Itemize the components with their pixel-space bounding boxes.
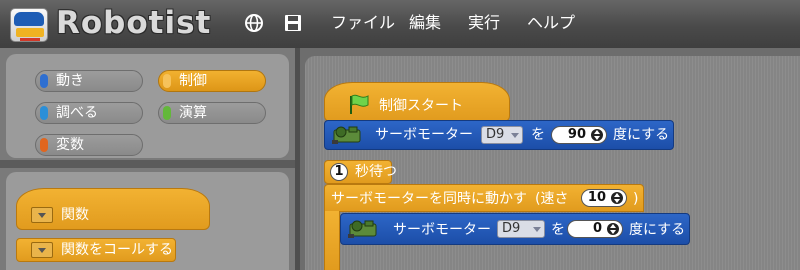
wait-seconds-input[interactable]: 1 bbox=[330, 163, 348, 181]
category-panel: 動き 制御 調べる 演算 変数 bbox=[0, 48, 295, 160]
function-dropdown[interactable] bbox=[31, 242, 53, 258]
menu-help[interactable]: ヘルプ bbox=[527, 13, 575, 33]
servo-motor-icon bbox=[348, 220, 377, 238]
angle-input[interactable]: 90 bbox=[551, 126, 607, 144]
category-label: 調べる bbox=[56, 105, 98, 121]
block-label: サーボモーター bbox=[393, 222, 491, 238]
block-label: サーボモーター bbox=[375, 127, 473, 143]
function-call-block[interactable]: 関数をコールする bbox=[16, 238, 176, 262]
block-label: 関数をコールする bbox=[61, 242, 173, 258]
block-label: 度にする bbox=[629, 222, 686, 238]
category-label: 制御 bbox=[179, 73, 207, 89]
angle-input[interactable]: 0 bbox=[567, 220, 623, 238]
category-label: 変数 bbox=[56, 137, 84, 153]
category-color-marker bbox=[163, 106, 171, 120]
globe-icon[interactable] bbox=[243, 12, 265, 34]
top-bar: Robotist ファイル 編集 実行 ヘルプ bbox=[0, 0, 800, 48]
category-control[interactable]: 制御 bbox=[158, 70, 266, 92]
menu-edit[interactable]: 編集 bbox=[409, 13, 441, 33]
function-define-block[interactable]: 関数 bbox=[16, 188, 210, 230]
servo-motor-block[interactable]: サーボモーター D9 を 0 度にする bbox=[340, 213, 690, 245]
menu-run[interactable]: 実行 bbox=[468, 13, 500, 33]
panel-divider bbox=[0, 160, 295, 168]
block-label: を bbox=[531, 127, 545, 143]
block-label: サーボモーターを同時に動かす bbox=[331, 191, 527, 207]
menu-file[interactable]: ファイル bbox=[331, 13, 395, 33]
spinner-icon[interactable] bbox=[611, 192, 623, 204]
category-variables[interactable]: 変数 bbox=[35, 134, 143, 156]
wait-block[interactable]: 1 秒待つ bbox=[324, 160, 397, 184]
category-label: 演算 bbox=[179, 105, 207, 121]
port-value: D9 bbox=[486, 127, 505, 142]
app-logo-icon bbox=[10, 8, 48, 42]
speed-label: (速さ bbox=[535, 191, 569, 207]
category-color-marker bbox=[163, 74, 171, 88]
speed-value: 10 bbox=[587, 190, 606, 205]
chevron-down-icon bbox=[38, 213, 46, 218]
block-label: 度にする bbox=[613, 127, 670, 143]
angle-value: 0 bbox=[592, 221, 602, 236]
green-flag-icon bbox=[350, 94, 369, 114]
category-color-marker bbox=[40, 138, 48, 152]
wait-value: 1 bbox=[334, 164, 344, 179]
block-label: ) bbox=[633, 191, 639, 207]
block-label: 秒待つ bbox=[355, 164, 397, 180]
servo-motor-icon bbox=[332, 126, 361, 144]
category-color-marker bbox=[40, 106, 48, 120]
script-area[interactable]: 制御スタート サーボモーター D9 を 90 度にする 1 秒待つ サーボモータ… bbox=[300, 48, 800, 270]
angle-value: 90 bbox=[567, 127, 586, 142]
chevron-down-icon bbox=[511, 133, 519, 138]
sync-move-block-arm bbox=[324, 211, 340, 270]
category-sensing[interactable]: 調べる bbox=[35, 102, 143, 124]
block-palette: 関数 関数をコールする bbox=[0, 168, 295, 270]
category-label: 動き bbox=[56, 73, 84, 89]
chevron-down-icon bbox=[533, 227, 541, 232]
spinner-icon[interactable] bbox=[607, 223, 619, 235]
block-label: 制御スタート bbox=[379, 98, 463, 114]
block-label: を bbox=[551, 222, 565, 238]
port-value: D9 bbox=[502, 221, 521, 236]
control-start-block[interactable]: 制御スタート bbox=[324, 82, 510, 122]
app-title: Robotist bbox=[56, 5, 212, 41]
category-operators[interactable]: 演算 bbox=[158, 102, 266, 124]
servo-motor-block[interactable]: サーボモーター D9 を 90 度にする bbox=[324, 120, 674, 150]
spinner-icon[interactable] bbox=[591, 129, 603, 141]
speed-input[interactable]: 10 bbox=[581, 189, 627, 207]
category-color-marker bbox=[40, 74, 48, 88]
category-motion[interactable]: 動き bbox=[35, 70, 143, 92]
save-icon[interactable] bbox=[282, 12, 304, 34]
sync-move-block[interactable]: サーボモーターを同時に動かす (速さ 10 ) bbox=[324, 184, 644, 212]
port-dropdown[interactable]: D9 bbox=[497, 220, 545, 238]
port-dropdown[interactable]: D9 bbox=[481, 126, 523, 144]
function-dropdown[interactable] bbox=[31, 207, 53, 223]
block-label: 関数 bbox=[61, 207, 89, 223]
chevron-down-icon bbox=[38, 248, 46, 253]
